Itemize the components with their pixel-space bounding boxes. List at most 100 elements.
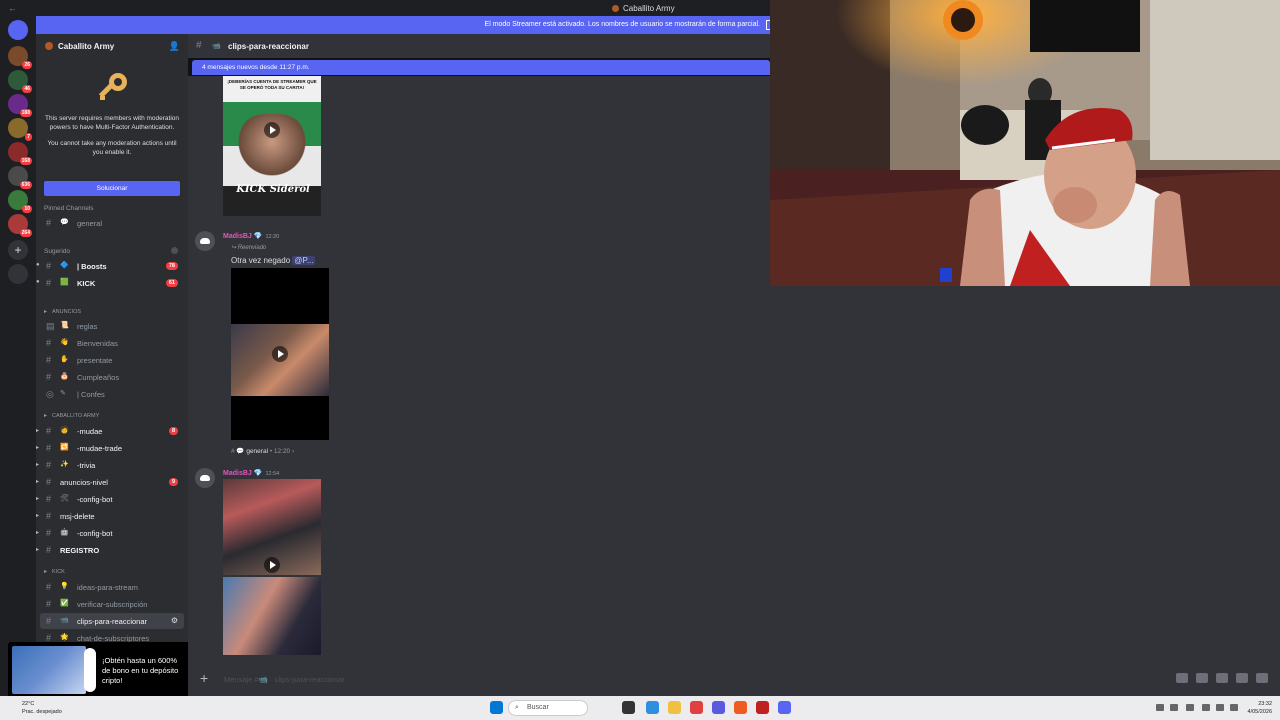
message-author[interactable]: MadisBJ 💎 12:54 [223, 469, 279, 477]
dismiss-suggested-icon[interactable] [171, 247, 178, 254]
video-embed[interactable] [223, 479, 321, 575]
direct-messages-icon[interactable] [8, 20, 28, 40]
server-badge: 46 [22, 85, 32, 93]
channel-label: ideas-para-stream [77, 583, 138, 592]
category-kick[interactable]: ▸ KICK [36, 566, 188, 578]
play-icon[interactable] [264, 557, 280, 573]
star-icon: 🌟 [60, 634, 69, 641]
file-explorer-icon[interactable] [668, 701, 681, 714]
category-anuncios[interactable]: ▸ ANUNCIOS [36, 306, 188, 318]
crypto-ad-overlay[interactable]: ¡Obtén hasta un 600% de bono en tu depós… [8, 642, 194, 698]
play-icon[interactable] [272, 346, 288, 362]
channel-config-bot-2[interactable]: ▸ # 🤖 -config-bot [36, 525, 188, 541]
message-timestamp: 12:20 [265, 234, 280, 240]
message-input[interactable]: Mensaje #📹 · clips-para-reaccionar [224, 675, 345, 684]
teams-icon[interactable] [712, 701, 725, 714]
wifi-icon[interactable] [1202, 704, 1210, 711]
battery-icon[interactable] [1230, 704, 1238, 711]
weather-widget[interactable]: 22°C Prac. despejado [22, 700, 62, 716]
video-caption: ¡DEBERÍAS CUENTA DE STREAMER QUE SE OPER… [227, 79, 317, 90]
channel-bienvenidas[interactable]: # 👋 Bienvenidas [36, 335, 188, 351]
server-icon[interactable]: 10 [8, 190, 32, 213]
gif-icon[interactable] [1196, 673, 1208, 683]
forwarded-text: Reenviado [237, 245, 267, 251]
taskbar-clock[interactable]: 23:32 4/05/2026 [1248, 700, 1272, 716]
server-header[interactable]: Caballito Army 👤 [36, 34, 188, 58]
channel-verificar-subscripcion[interactable]: # ✅ verificar-subscripción [36, 596, 188, 612]
server-icon[interactable]: 264 [8, 214, 32, 237]
channel-anuncios-nivel[interactable]: ▸ # anuncios-nivel 9 [36, 474, 188, 490]
channel-reglas[interactable]: ▤ 📜 reglas [36, 318, 188, 334]
channel-label: general [77, 219, 103, 228]
channel-presentate[interactable]: # ✋ presentate [36, 352, 188, 368]
channel-confes[interactable]: ◎ ✎ | Confes [36, 386, 188, 402]
channel-kick[interactable]: ● # 🟩 KICK 61 [36, 275, 188, 291]
channel-cumpleanos[interactable]: # 🎂 Cumpleaños [36, 369, 188, 385]
tray-app-icon[interactable] [1186, 704, 1194, 711]
gift-icon[interactable] [1176, 673, 1188, 683]
channel-config-bot[interactable]: ▸ # 🛠 -config-bot [36, 491, 188, 507]
task-view-icon[interactable] [622, 701, 635, 714]
video-embed[interactable] [231, 268, 329, 440]
emoji-icon[interactable] [1236, 673, 1248, 683]
channel-mudae-trade[interactable]: ▸ # 🔁 -mudae-trade [36, 440, 188, 456]
key-icon [94, 70, 130, 106]
message-composer[interactable]: + Mensaje #📹 · clips-para-reaccionar [188, 664, 1280, 696]
play-icon[interactable] [264, 122, 280, 138]
forward-source[interactable]: # 💬 general • 12:20 › [231, 447, 294, 455]
cake-icon: 🎂 [60, 373, 69, 380]
new-messages-bar[interactable]: 4 mensajes nuevos desde 11:27 p.m. [192, 60, 770, 75]
image-attachment[interactable] [223, 577, 321, 655]
chevron-right-icon: ▸ [44, 569, 48, 575]
discover-icon[interactable] [8, 264, 28, 284]
apps-icon[interactable] [1256, 673, 1268, 683]
server-icon[interactable]: 636 [8, 166, 32, 189]
invite-people-icon[interactable]: 👤 [169, 41, 180, 52]
user-avatar[interactable] [195, 231, 215, 251]
user-mention[interactable]: @P... [292, 256, 316, 265]
hash-icon: # [46, 460, 52, 470]
category-caballito-army[interactable]: ▸ CABALLITO ARMY [36, 410, 188, 422]
channel-registro[interactable]: ▸ # REGISTRO [36, 542, 188, 558]
server-icon[interactable]: 46 [8, 70, 32, 93]
fix-mfa-button[interactable]: Solucionar [44, 181, 180, 196]
edge-browser-icon[interactable] [646, 701, 659, 714]
settings-gear-icon[interactable]: ⚙ [171, 616, 178, 625]
add-server-icon[interactable]: + [8, 240, 28, 260]
server-icon[interactable]: 26 [8, 46, 32, 69]
app-icon[interactable] [756, 701, 769, 714]
forwarded-label: ↪ Reenviado [231, 245, 267, 251]
channel-general[interactable]: # 💬 general [36, 215, 188, 231]
hash-icon: # [46, 355, 52, 365]
brave-browser-icon[interactable] [734, 701, 747, 714]
discord-icon[interactable] [778, 701, 791, 714]
channel-ideas-para-stream[interactable]: # 💡 ideas-para-stream [36, 579, 188, 595]
server-name[interactable]: Caballito Army [58, 42, 114, 51]
camera-icon: 📹 [212, 43, 221, 50]
volume-icon[interactable] [1216, 704, 1224, 711]
message-author[interactable]: MadisBJ 💎 12:20 [223, 232, 279, 240]
tray-chevron-icon[interactable] [1156, 704, 1164, 711]
channel-boosts[interactable]: ● # 🔷 | Boosts 78 [36, 258, 188, 274]
channel-clips-para-reaccionar[interactable]: # 📹 clips-para-reaccionar ⚙ [40, 613, 184, 629]
taskbar-search[interactable]: ⌕ Buscar [508, 700, 588, 716]
sticker-icon[interactable] [1216, 673, 1228, 683]
server-icon[interactable]: 188 [8, 94, 32, 117]
channel-msj-delete[interactable]: ▸ # msj-delete [36, 508, 188, 524]
add-attachment-icon[interactable]: + [200, 670, 208, 686]
app-icon[interactable] [690, 701, 703, 714]
video-thumbnail[interactable]: ¡DEBERÍAS CUENTA DE STREAMER QUE SE OPER… [223, 76, 321, 216]
gift-box-image [12, 646, 86, 694]
back-arrow-icon[interactable]: ← [8, 3, 17, 13]
message-content: Otra vez negado @P... [231, 256, 316, 265]
tray-app-icon[interactable] [1170, 704, 1178, 711]
start-menu-icon[interactable] [490, 701, 503, 714]
mfa-text: This server requires members with modera… [44, 115, 180, 131]
server-icon[interactable]: 7 [8, 118, 32, 141]
channel-trivia[interactable]: ▸ # ✨ -trivia [36, 457, 188, 473]
rules-icon: ▤ [46, 321, 55, 331]
pencil-icon: ✎ [60, 390, 66, 397]
server-icon[interactable]: 168 [8, 142, 32, 165]
user-avatar[interactable] [195, 468, 215, 488]
channel-mudae[interactable]: ▸ # 🧑 -mudae 8 [36, 423, 188, 439]
